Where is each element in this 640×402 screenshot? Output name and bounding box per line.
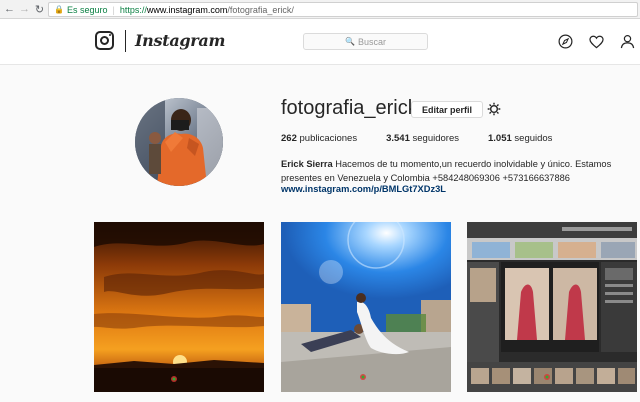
secure-label: Es seguro — [66, 4, 108, 15]
bio-text-2: presentes en Venezuela y Colombia +58424… — [281, 173, 570, 183]
lock-icon: 🔒 — [54, 5, 64, 14]
url-prefix: https:// — [119, 4, 147, 15]
posts-count: 262 — [281, 133, 297, 144]
profile-full-name: Erick Sierra — [281, 159, 333, 169]
address-separator: | — [112, 4, 115, 15]
address-bar[interactable]: 🔒 Es seguro | https://www.instagram.com/… — [48, 2, 638, 17]
edit-profile-button[interactable]: Editar perfil — [411, 101, 483, 118]
instagram-wordmark[interactable]: Instagram — [135, 31, 225, 50]
heart-activity-icon[interactable] — [589, 34, 604, 49]
following-count: 1.051 — [487, 133, 512, 144]
followers-stat[interactable]: 3.541 seguidores — [386, 133, 459, 144]
explore-compass-icon[interactable] — [558, 34, 573, 49]
following-label: seguidos — [514, 133, 553, 144]
url-path: /fotografia_erick/ — [227, 4, 294, 15]
back-button[interactable]: ← — [2, 0, 17, 19]
search-input[interactable]: 🔍 Buscar — [303, 33, 428, 50]
instagram-camera-icon[interactable] — [95, 31, 114, 50]
profile-username: fotografia_erick — [281, 97, 418, 119]
post-editing-screenshot[interactable] — [467, 222, 637, 392]
instagram-header: Instagram 🔍 Buscar — [0, 19, 640, 65]
forward-button[interactable]: → — [17, 0, 32, 19]
profile-stats: 262 publicaciones 3.541 seguidores 1.051… — [281, 133, 552, 144]
profile-avatar[interactable] — [135, 98, 223, 186]
post-sunset-photo[interactable] — [94, 222, 264, 392]
logo-divider — [125, 30, 126, 52]
browser-toolbar: ← → ↻ 🔒 Es seguro | https://www.instagra… — [0, 0, 640, 19]
profile-website-link[interactable]: www.instagram.com/p/BMLGt7XDz3L — [281, 184, 446, 194]
url-text: https://www.instagram.com/fotografia_eri… — [120, 5, 294, 15]
profile-user-icon[interactable] — [620, 34, 635, 49]
followers-label: seguidores — [412, 133, 459, 144]
profile-bio: Erick Sierra Hacemos de tu momento,un re… — [281, 157, 621, 185]
following-stat[interactable]: 1.051 seguidos — [488, 133, 552, 144]
bio-line-1: Erick Sierra Hacemos de tu momento,un re… — [281, 157, 621, 171]
followers-count: 3.541 — [386, 133, 410, 144]
posts-label: publicaciones — [299, 133, 358, 144]
bio-text-1: Hacemos de tu momento,un recuerdo inolvi… — [335, 159, 612, 169]
search-icon: 🔍 — [345, 37, 355, 46]
search-placeholder: Buscar — [357, 36, 386, 47]
post-wedding-photo[interactable] — [281, 222, 451, 392]
url-host: www.instagram.com — [146, 4, 228, 15]
posts-stat: 262 publicaciones — [281, 133, 357, 144]
gear-icon[interactable] — [487, 102, 501, 116]
reload-button[interactable]: ↻ — [32, 0, 47, 19]
